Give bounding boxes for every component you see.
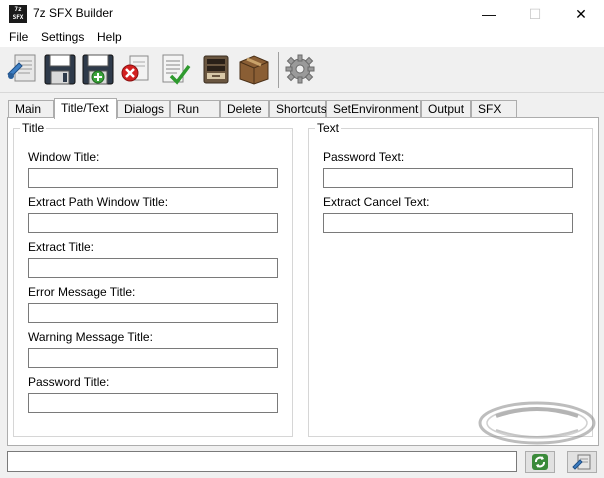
tab-setenvironment[interactable]: SetEnvironment: [326, 100, 421, 118]
package-box-icon: [239, 55, 269, 85]
package-box-button[interactable]: [237, 52, 271, 86]
save-button[interactable]: [43, 52, 77, 86]
maximize-button[interactable]: ☐: [512, 0, 558, 28]
extract-cancel-text-label: Extract Cancel Text:: [323, 195, 430, 209]
warning-message-title-input[interactable]: [28, 348, 278, 368]
refresh-icon: [532, 454, 548, 470]
extract-path-window-title-label: Extract Path Window Title:: [28, 195, 169, 209]
close-button[interactable]: ✕: [558, 0, 604, 28]
watermark-logo-icon: [478, 401, 596, 445]
tab-title-text[interactable]: Title/Text: [54, 98, 117, 119]
window-title-input[interactable]: [28, 168, 278, 188]
extract-cancel-text-input[interactable]: [323, 213, 573, 233]
save-as-button[interactable]: [81, 52, 115, 86]
notes-icon: [162, 54, 191, 85]
window-title: 7z SFX Builder: [33, 6, 114, 20]
app-icon-text-top: 7z: [14, 6, 22, 13]
close-icon: ✕: [575, 5, 587, 22]
minimize-button[interactable]: —: [466, 0, 512, 28]
password-title-label: Password Title:: [28, 375, 110, 389]
tab-output[interactable]: Output: [421, 100, 471, 118]
error-message-title-label: Error Message Title:: [28, 285, 136, 299]
page-button[interactable]: [567, 451, 597, 473]
clear-icon: [121, 55, 149, 82]
save-icon: [44, 54, 76, 85]
title-bar: 7z SFX 7z SFX Builder — ☐ ✕: [0, 0, 604, 28]
extract-title-label: Extract Title:: [28, 240, 95, 254]
clear-button[interactable]: [119, 52, 153, 86]
tab-dialogs[interactable]: Dialogs: [117, 100, 170, 118]
refresh-button[interactable]: [525, 451, 555, 473]
tab-run[interactable]: Run: [170, 100, 220, 118]
extract-title-input[interactable]: [28, 258, 278, 278]
tab-sfx[interactable]: SFX: [471, 100, 517, 118]
menu-help[interactable]: Help: [97, 30, 122, 44]
settings-gear-button[interactable]: [283, 52, 317, 86]
gear-icon: [285, 54, 315, 84]
text-group-legend: Text: [315, 121, 342, 135]
title-text-panel: Title Window Title: Extract Path Window …: [7, 117, 599, 446]
save-as-icon: [82, 54, 114, 85]
maximize-icon: ☐: [528, 5, 542, 22]
minimize-icon: —: [482, 6, 496, 22]
page-icon: [572, 454, 591, 470]
menu-settings[interactable]: Settings: [41, 30, 84, 44]
password-text-label: Password Text:: [323, 150, 405, 164]
password-text-input[interactable]: [323, 168, 573, 188]
menu-file[interactable]: File: [9, 30, 28, 44]
title-group: Title Window Title: Extract Path Window …: [13, 121, 293, 437]
warning-message-title-label: Warning Message Title:: [28, 330, 153, 344]
tab-main[interactable]: Main: [8, 100, 54, 118]
archive-box-icon: [203, 55, 229, 84]
app-icon-text-bottom: SFX: [12, 14, 24, 21]
menu-bar: File Settings Help: [0, 28, 604, 47]
error-message-title-input[interactable]: [28, 303, 278, 323]
toolbar-separator: [278, 52, 279, 88]
tab-shortcuts[interactable]: Shortcuts: [269, 100, 327, 118]
archive-box-button[interactable]: [199, 52, 233, 86]
tab-delete[interactable]: Delete: [220, 100, 269, 118]
window-title-label: Window Title:: [28, 150, 100, 164]
password-title-input[interactable]: [28, 393, 278, 413]
app-icon: 7z SFX: [9, 5, 27, 23]
extract-path-window-title-input[interactable]: [28, 213, 278, 233]
title-group-legend: Title: [20, 121, 47, 135]
text-group: Text Password Text: Extract Cancel Text:: [308, 121, 593, 437]
open-config-icon: [7, 54, 36, 82]
open-config-button[interactable]: [5, 52, 39, 86]
notes-button[interactable]: [157, 52, 191, 86]
toolbar: [0, 47, 604, 93]
status-path-field[interactable]: [7, 451, 517, 472]
